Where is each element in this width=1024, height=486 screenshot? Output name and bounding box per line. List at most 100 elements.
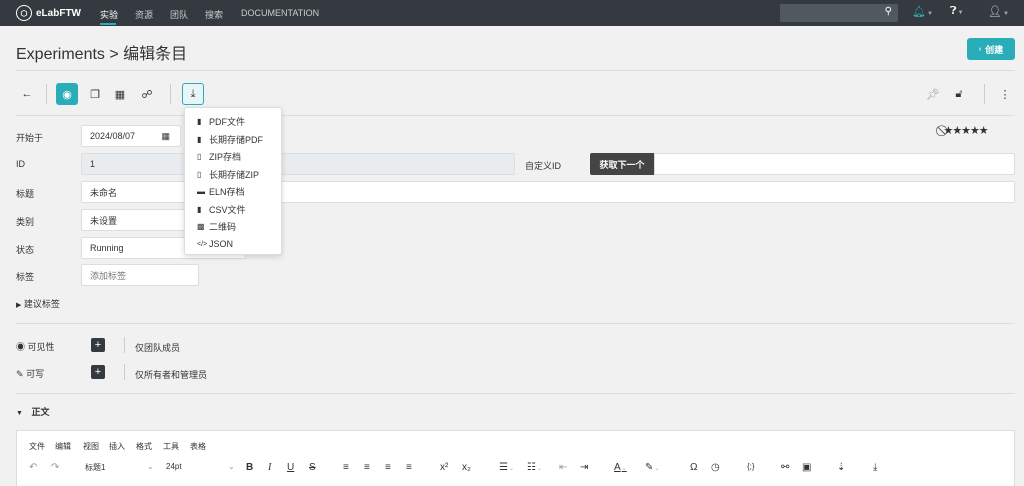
link-icon[interactable]: ⚯	[781, 462, 789, 473]
code-sample-icon[interactable]: {;}	[747, 462, 755, 471]
calendar-icon[interactable]: ▦	[109, 83, 131, 105]
clock-icon[interactable]: ◷	[711, 462, 720, 473]
title-label: 标题	[16, 189, 35, 199]
eye-icon[interactable]: ◉	[56, 83, 78, 105]
caret-down-icon: ▼	[16, 410, 23, 417]
export-dropdown: ▮ PDF文件 ▮ 长期存储PDF ▯ ZIP存档 ▯ 长期存储ZIP ▬ ELN存档 ▮…	[184, 107, 282, 255]
suggest-tags-toggle[interactable]: ▶ 建议标签	[16, 297, 60, 310]
unlock-icon[interactable]: 🔓︎	[948, 83, 970, 105]
strikethrough-icon[interactable]: S	[309, 462, 316, 473]
editor-menu-insert[interactable]: 插入	[109, 441, 125, 452]
italic-icon[interactable]: I	[268, 462, 271, 473]
nav-link-resources[interactable]: 资源	[135, 8, 153, 21]
add-write-button[interactable]: +	[91, 365, 105, 379]
star-icon[interactable]: ★	[979, 125, 988, 137]
elab-logo-icon: ⬡	[16, 5, 32, 21]
nav-link-experiments[interactable]: 实验	[100, 8, 118, 21]
top-navbar: ⬡ eLabFTW 实验 资源 团队 搜索 DOCUMENTATION ⚲ 🔔︎…	[0, 0, 1024, 26]
export-json[interactable]: </> JSON	[185, 236, 281, 254]
editor-menu-table[interactable]: 表格	[190, 441, 206, 452]
star-icon[interactable]: ★	[970, 125, 979, 137]
bold-icon[interactable]: B	[246, 462, 253, 473]
numbered-list-icon[interactable]: ☷⌄	[527, 462, 542, 473]
visibility-value: 仅团队成员	[135, 343, 181, 353]
get-next-id-button[interactable]: 获取下一个	[590, 153, 654, 175]
editor-menu-file[interactable]: 文件	[29, 441, 45, 452]
text-color-icon[interactable]: A⌄	[614, 462, 627, 473]
caret-right-icon: ▶	[16, 302, 22, 309]
brand-logo[interactable]: ⬡ eLabFTW	[16, 5, 81, 21]
separator	[124, 364, 125, 380]
subscript-icon[interactable]: x₂	[462, 462, 471, 473]
create-button-label: 创建	[985, 44, 1004, 55]
nav-link-documentation[interactable]: DOCUMENTATION	[241, 8, 319, 18]
divider	[16, 70, 1015, 71]
download-icon[interactable]: ⤓	[182, 83, 204, 105]
editor-menu-format[interactable]: 格式	[136, 441, 152, 452]
bullet-list-icon[interactable]: ☰⌄	[499, 462, 514, 473]
rating-stars[interactable]: ⃠★★★★★	[944, 125, 988, 138]
sort-icon[interactable]: ⇣	[837, 462, 845, 473]
custom-id-label: 自定义ID	[525, 161, 562, 171]
date-input[interactable]: 2024/08/07 ▦	[81, 125, 181, 147]
user-menu-icon[interactable]: 👤︎▼	[988, 5, 1009, 18]
pin-icon[interactable]: 📌︎	[922, 83, 944, 105]
file-pdf-icon: ▮	[197, 134, 202, 144]
divider	[16, 323, 1015, 324]
export-qrcode[interactable]: ▩ 二维码	[185, 218, 281, 236]
export-csv[interactable]: ▮ CSV文件	[185, 201, 281, 219]
export-eln[interactable]: ▬ ELN存档	[185, 183, 281, 201]
align-right-icon[interactable]: ≡	[385, 462, 391, 473]
file-zip-icon: ▯	[197, 169, 202, 179]
help-icon[interactable]: ❓︎▼	[950, 5, 964, 18]
export-pdf[interactable]: ▮ PDF文件	[185, 113, 281, 131]
calendar-icon[interactable]: ▦	[161, 131, 170, 142]
redo-icon[interactable]: ↷	[51, 462, 59, 473]
image-icon[interactable]: ▣	[802, 462, 811, 473]
block-format-select[interactable]: 标题1 ⌄	[85, 462, 157, 473]
outdent-icon[interactable]: ⇤	[559, 462, 567, 473]
nav-link-team[interactable]: 团队	[170, 8, 188, 21]
toolbar-separator	[46, 84, 47, 104]
rich-text-editor[interactable]: 文件 编辑 视图 插入 格式 工具 表格 ↶ ↷ 标题1 ⌄ 24pt ⌄ B I …	[16, 430, 1015, 486]
undo-icon[interactable]: ↶	[29, 462, 37, 473]
link-icon[interactable]: ☍	[136, 83, 158, 105]
code-icon: </>	[197, 240, 208, 248]
nav-link-search[interactable]: 搜索	[205, 8, 223, 21]
category-label: 类别	[16, 217, 35, 227]
export-zipa[interactable]: ▯ 长期存储ZIP	[185, 166, 281, 184]
custom-id-input[interactable]	[654, 153, 1015, 175]
body-section-toggle[interactable]: ▼ 正文	[16, 405, 49, 418]
align-justify-icon[interactable]: ≡	[406, 462, 412, 473]
editor-menu-view[interactable]: 视图	[83, 441, 99, 452]
star-icon[interactable]: ★	[944, 125, 953, 137]
special-character-icon[interactable]: Ω	[690, 462, 697, 473]
highlight-color-icon[interactable]: ✎⌄	[645, 462, 659, 473]
create-button[interactable]: ‹ 创建	[967, 38, 1015, 60]
notifications-bell-icon[interactable]: 🔔︎▼	[912, 5, 933, 18]
file-csv-icon: ▮	[197, 204, 202, 214]
copy-icon[interactable]: ❐	[84, 83, 106, 105]
font-size-select[interactable]: 24pt ⌄	[166, 462, 238, 471]
add-visibility-button[interactable]: +	[91, 338, 105, 352]
editor-menu-tools[interactable]: 工具	[163, 441, 179, 452]
export-pdfa[interactable]: ▮ 长期存储PDF	[185, 131, 281, 149]
superscript-icon[interactable]: x²	[440, 462, 448, 473]
tags-input[interactable]: 添加标签	[81, 264, 199, 286]
editor-menu-edit[interactable]: 编辑	[55, 441, 71, 452]
search-icon[interactable]: ⚲	[885, 6, 892, 17]
star-icon[interactable]: ★	[953, 125, 962, 137]
more-icon[interactable]: ⋮	[994, 83, 1016, 105]
file-zip-icon: ▯	[197, 152, 202, 162]
download-icon[interactable]: ⤓	[873, 462, 877, 473]
write-value: 仅所有者和管理员	[135, 370, 208, 380]
back-arrow-icon[interactable]: ←	[16, 83, 38, 105]
write-label: ✎ 可写	[16, 369, 45, 379]
align-left-icon[interactable]: ≡	[343, 462, 349, 473]
indent-icon[interactable]: ⇥	[580, 462, 588, 473]
underline-icon[interactable]: U	[287, 462, 294, 473]
nav-search-input[interactable]: ⚲	[780, 4, 898, 22]
eye-icon: ◉	[16, 342, 26, 352]
align-center-icon[interactable]: ≡	[364, 462, 370, 473]
export-zip[interactable]: ▯ ZIP存档	[185, 148, 281, 166]
